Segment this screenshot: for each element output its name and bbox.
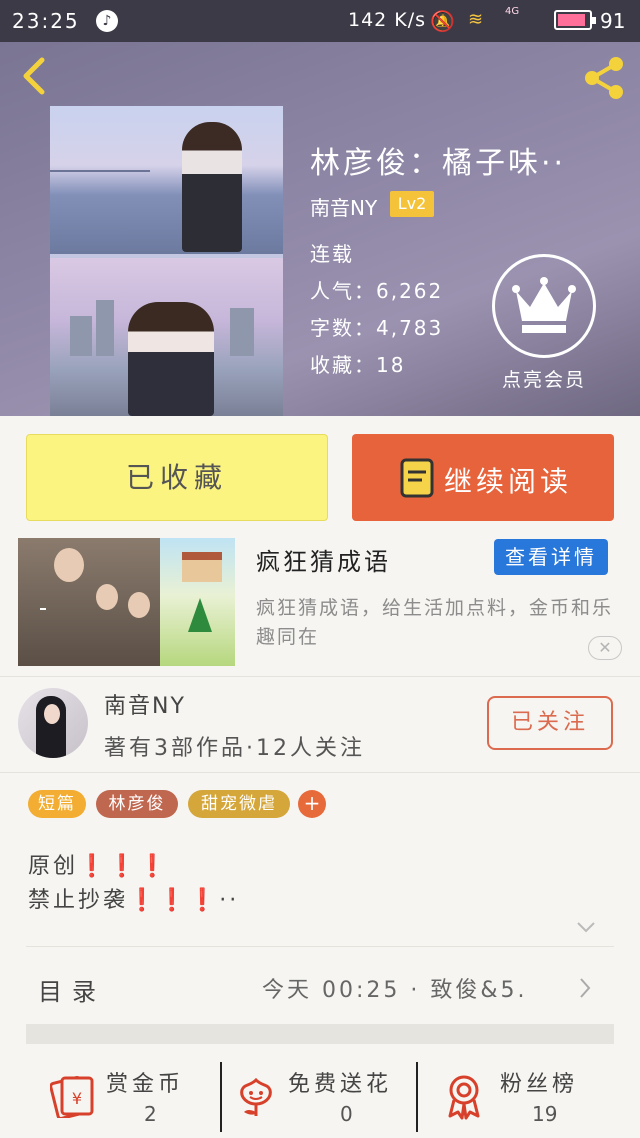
vip-label: 点亮会员 <box>501 369 586 391</box>
back-button[interactable] <box>16 56 56 96</box>
divider <box>0 772 640 773</box>
book-icon <box>400 458 434 498</box>
svg-text:¥: ¥ <box>72 1089 82 1108</box>
flower-label: 免费送花 <box>288 1072 393 1097</box>
description-line-1: 原创❗❗❗ <box>28 854 170 879</box>
follow-button[interactable]: 已关注 <box>487 696 613 750</box>
book-author[interactable]: 南音NY <box>310 192 377 221</box>
cover-photo-top <box>50 106 283 254</box>
book-cover <box>50 106 283 416</box>
bottom-separator <box>220 1062 222 1132</box>
crown-icon <box>512 277 576 333</box>
network-speed: 142 K/s <box>348 9 427 31</box>
share-icon <box>585 57 623 99</box>
wifi-icon: ≋ <box>468 9 484 30</box>
tag-genre[interactable]: 甜宠微虐 <box>188 790 290 818</box>
signal-icon: 4G <box>505 6 520 17</box>
flower-count: 0 <box>340 1102 353 1126</box>
clock: 23:25 <box>12 9 80 33</box>
continue-reading-button[interactable]: 继续阅读 <box>352 434 614 521</box>
fans-label: 粉丝榜 <box>500 1072 579 1097</box>
book-header: 林彦俊：橘子味·· 南音NY Lv2 连载 人气：6,262 字数：4,783 … <box>0 42 640 416</box>
red-envelope-icon: ¥ <box>50 1076 94 1118</box>
ad-close-button[interactable]: ✕ <box>588 636 622 660</box>
ad-title[interactable]: 疯狂猜成语 <box>256 542 391 577</box>
tag-character[interactable]: 林彦俊 <box>96 790 178 818</box>
book-word-count: 字数：4,783 <box>310 316 444 340</box>
status-bar: 23:25 ♪ 142 K/s 🔕 ≋ 4G 91 <box>0 0 640 42</box>
music-icon: ♪ <box>96 10 118 32</box>
mute-icon: 🔕 <box>430 9 455 33</box>
latest-chapter: 今天 00:25 · 致俊&5. <box>262 978 528 1003</box>
add-tag-button[interactable]: + <box>298 790 326 818</box>
divider <box>0 676 640 677</box>
ad-description[interactable]: 疯狂猜成语，给生活加点料，金币和乐趣同在 <box>256 594 616 652</box>
book-popularity: 人气：6,262 <box>310 279 444 303</box>
catalog-label: 目录 <box>38 978 106 1006</box>
book-favorites: 收藏：18 <box>310 353 406 377</box>
send-flower-button[interactable]: 免费送花 0 <box>230 1044 410 1138</box>
share-button[interactable] <box>580 56 628 100</box>
reward-coins-button[interactable]: ¥ 赏金币 2 <box>40 1044 210 1138</box>
cover-photo-bottom <box>50 258 283 416</box>
medal-icon <box>448 1075 480 1120</box>
flower-icon <box>240 1077 272 1116</box>
fans-count: 19 <box>532 1102 558 1126</box>
author-avatar[interactable] <box>18 688 88 758</box>
book-title: 林彦俊：橘子味·· <box>310 146 567 181</box>
continue-reading-label: 继续阅读 <box>444 465 573 498</box>
section-spacer <box>26 1024 614 1044</box>
author-name[interactable]: 南音NY <box>104 688 186 720</box>
chevron-right-icon <box>580 978 591 998</box>
fan-ranking-button[interactable]: 粉丝榜 19 <box>430 1044 610 1138</box>
description-line-2: 禁止抄袭❗❗❗·· <box>28 888 240 913</box>
bottom-separator <box>416 1062 418 1132</box>
ad-image[interactable] <box>18 538 235 666</box>
reward-count: 2 <box>144 1102 157 1126</box>
reward-label: 赏金币 <box>106 1072 185 1097</box>
catalog-row[interactable]: 目录 今天 00:25 · 致俊&5. <box>0 950 640 1024</box>
battery-icon <box>554 10 596 30</box>
author-stats: 著有3部作品·12人关注 <box>104 736 365 761</box>
battery-percent: 91 <box>600 9 626 33</box>
divider <box>26 946 614 947</box>
ad-detail-button[interactable]: 查看详情 <box>494 539 608 575</box>
exclamation-marks: ❗❗❗ <box>78 854 170 879</box>
collected-button[interactable]: 已收藏 <box>26 434 328 521</box>
expand-chevron-icon[interactable] <box>576 920 596 934</box>
author-level-badge: Lv2 <box>390 191 434 217</box>
back-arrow-icon <box>23 57 45 95</box>
tag-short-story[interactable]: 短篇 <box>28 790 86 818</box>
vip-button[interactable] <box>492 254 596 358</box>
bottom-bar: ¥ 赏金币 2 免费送花 0 粉丝榜 19 <box>0 1044 640 1138</box>
book-status: 连载 <box>310 242 354 266</box>
exclamation-marks: ❗❗❗ <box>128 888 220 913</box>
